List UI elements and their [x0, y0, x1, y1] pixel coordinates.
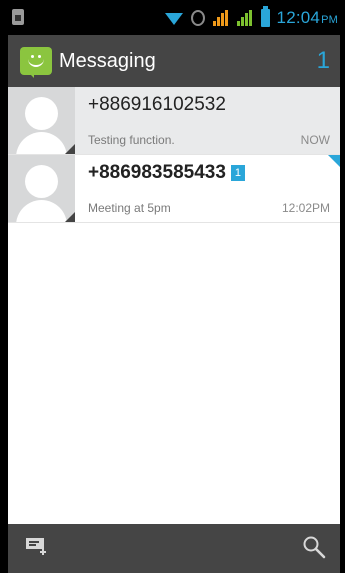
clock-time: 12:04: [276, 7, 321, 27]
signal-green-icon: [236, 9, 253, 26]
search-icon[interactable]: [302, 535, 326, 559]
wifi-icon: [164, 12, 183, 25]
sim-icon: [12, 9, 24, 25]
compose-new-message-icon[interactable]: [26, 538, 48, 555]
conversation-time: NOW: [300, 133, 330, 147]
conversation-snippet: Testing function.: [88, 133, 175, 147]
conversation-sender: +886983585433 1: [88, 162, 245, 184]
contact-avatar-icon[interactable]: [8, 87, 75, 154]
app-title: Messaging: [59, 49, 156, 72]
conversation-snippet: Meeting at 5pm: [88, 201, 171, 215]
clock-ampm: PM: [321, 13, 338, 26]
messaging-app-icon[interactable]: [20, 47, 52, 75]
bottom-action-bar: [8, 524, 340, 573]
screen-frame-right: [340, 0, 345, 573]
unread-message-badge: 1: [230, 165, 245, 181]
status-bar: 12:04PM: [8, 0, 340, 35]
battery-icon: [260, 5, 270, 27]
unread-count-badge: 1: [316, 47, 330, 74]
status-clock: 12:04PM: [277, 8, 338, 28]
screen-frame-left: [0, 0, 8, 573]
conversation-sender: +886916102532: [88, 94, 226, 115]
conversation-item[interactable]: +886916102532 Testing function. NOW: [8, 87, 340, 155]
signal-orange-icon: [212, 9, 229, 26]
data-sync-icon: [190, 9, 205, 26]
conversation-sender-number: +886983585433: [88, 162, 226, 183]
action-bar: Messaging 1: [8, 35, 340, 87]
conversation-list: +886916102532 Testing function. NOW +886…: [8, 87, 340, 223]
conversation-item[interactable]: +886983585433 1 Meeting at 5pm 12:02PM: [8, 155, 340, 223]
unread-indicator-icon: [328, 155, 340, 167]
contact-avatar-icon[interactable]: [8, 155, 75, 222]
conversation-time: 12:02PM: [281, 201, 330, 215]
